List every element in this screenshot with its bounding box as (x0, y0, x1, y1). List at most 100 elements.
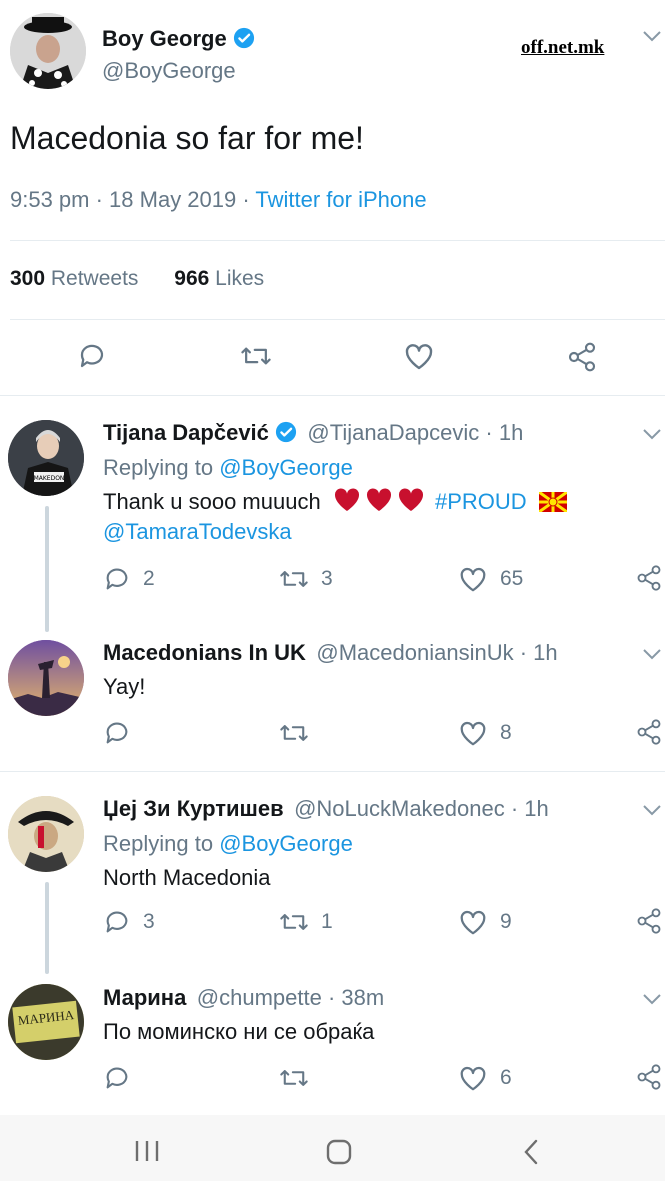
verified-badge-icon (275, 421, 296, 443)
retweet-count: 3 (321, 567, 333, 590)
reply-icon (106, 722, 128, 744)
retweets-stat[interactable]: 300 Retweets (10, 267, 138, 290)
reply-count: 2 (143, 567, 155, 590)
share-icon[interactable] (635, 563, 663, 593)
heart-icon (460, 567, 486, 592)
tweet-source-link[interactable]: Twitter for iPhone (255, 187, 426, 212)
tweet-time: 9:53 pm · 18 May 2019 · (10, 187, 256, 212)
engagement-stats: 300 Retweets 966 Likes (10, 267, 264, 291)
share-icon[interactable] (635, 906, 663, 936)
reply-text: Thank u sooo muuuch #PROUD (103, 487, 568, 515)
chevron-down-icon[interactable] (641, 992, 663, 1006)
reply-author-handle[interactable]: @chumpette · 38m (197, 985, 384, 1010)
retweet-button[interactable]: 1 (279, 908, 333, 936)
reply-avatar[interactable] (8, 640, 84, 716)
share-icon[interactable] (566, 341, 598, 373)
retweet-icon (280, 914, 308, 930)
reply-count: 3 (143, 910, 155, 933)
reply-text: По моминско ни се обраќа (103, 1019, 375, 1044)
reply-text: North Macedonia (103, 865, 271, 890)
divider (10, 319, 665, 320)
like-button[interactable]: 65 (458, 565, 523, 593)
chevron-down-icon[interactable] (641, 647, 663, 661)
retweet-icon (280, 725, 308, 741)
reply-author-handle[interactable]: @TijanaDapcevic · 1h (307, 420, 523, 445)
reply-header: Марина @chumpette · 38m (103, 985, 384, 1011)
reply-button[interactable] (103, 719, 143, 747)
mention-link[interactable]: @TamaraTodevska (103, 519, 292, 545)
reply-author-name[interactable]: Tijana Dapčević (103, 420, 269, 445)
divider (0, 771, 665, 772)
hashtag-link[interactable]: #PROUD (435, 489, 527, 514)
like-button[interactable]: 9 (458, 908, 512, 936)
retweet-icon (280, 571, 308, 587)
retweet-icon (280, 1070, 308, 1086)
heart-icon[interactable] (403, 341, 435, 371)
reply-header: Macedonians In UK @MacedoniansinUk · 1h (103, 640, 558, 666)
like-count: 8 (500, 721, 512, 744)
reply-button[interactable]: 2 (103, 565, 155, 593)
heart-icon (460, 1066, 486, 1091)
reply-author-name[interactable]: Џеј Зи Куртишев (103, 796, 284, 821)
retweet-button[interactable] (279, 719, 321, 747)
like-count: 6 (500, 1066, 512, 1089)
retweet-icon[interactable] (240, 341, 272, 371)
divider (0, 395, 665, 396)
chevron-down-icon[interactable] (641, 427, 663, 441)
author-name-text[interactable]: Boy George (102, 26, 227, 51)
replying-to-link[interactable]: @BoyGeorge (219, 455, 353, 480)
heart-icon (460, 910, 486, 935)
likes-stat[interactable]: 966 Likes (174, 267, 264, 290)
retweets-count: 300 (10, 267, 46, 290)
reply-button[interactable]: 3 (103, 908, 155, 936)
macedonia-flag-icon (537, 490, 568, 514)
reply-icon[interactable] (77, 341, 107, 371)
likes-count: 966 (174, 267, 210, 290)
reply-icon (106, 911, 128, 933)
reply-author-handle[interactable]: @NoLuckMakedonec · 1h (294, 796, 549, 821)
like-button[interactable]: 6 (458, 1064, 512, 1092)
like-button[interactable]: 8 (458, 719, 512, 747)
divider (10, 240, 665, 241)
reply-avatar[interactable] (8, 796, 84, 872)
reply-author-name[interactable]: Марина (103, 985, 186, 1010)
back-icon[interactable] (521, 1138, 541, 1166)
system-nav-bar (0, 1115, 665, 1181)
share-icon[interactable] (635, 717, 663, 747)
heart-icon (460, 721, 486, 746)
chevron-down-icon[interactable] (641, 29, 663, 43)
thread-line (45, 506, 49, 632)
watermark: off.net.mk (521, 37, 605, 58)
reply-button[interactable] (103, 1064, 143, 1092)
reply-text-content: Thank u sooo muuuch (103, 489, 321, 514)
author-name[interactable]: Boy George (102, 26, 255, 52)
reply-author-name[interactable]: Macedonians In UK (103, 640, 306, 665)
reply-avatar[interactable]: МАРИНА (8, 984, 84, 1060)
reply-icon (106, 568, 128, 590)
retweet-button[interactable] (279, 1064, 321, 1092)
retweet-button[interactable]: 3 (279, 565, 333, 593)
replying-to: Replying to @BoyGeorge (103, 831, 353, 857)
chevron-down-icon[interactable] (641, 803, 663, 817)
reply-icon (106, 1067, 128, 1089)
reply-author-handle[interactable]: @MacedoniansinUk · 1h (316, 640, 557, 665)
author-handle[interactable]: @BoyGeorge (102, 58, 236, 84)
recent-apps-icon[interactable] (133, 1139, 161, 1163)
replying-prefix: Replying to (103, 455, 220, 480)
reply-avatar[interactable]: MAKEDON (8, 420, 84, 496)
replying-prefix: Replying to (103, 831, 220, 856)
replying-to-link[interactable]: @BoyGeorge (219, 831, 353, 856)
svg-text:MAKEDON: MAKEDON (34, 475, 65, 482)
like-count: 65 (500, 567, 524, 590)
verified-badge-icon (233, 27, 254, 49)
reply-text: Yay! (103, 674, 146, 699)
replying-to: Replying to @BoyGeorge (103, 455, 353, 481)
share-icon[interactable] (635, 1062, 663, 1092)
home-icon[interactable] (325, 1138, 353, 1166)
retweet-count: 1 (321, 910, 333, 933)
reply-header: Џеј Зи Куртишев @NoLuckMakedonec · 1h (103, 796, 549, 822)
heart-emoji-icon (334, 488, 423, 511)
author-avatar[interactable] (10, 13, 86, 89)
retweets-label: Retweets (45, 267, 139, 290)
like-count: 9 (500, 910, 512, 933)
